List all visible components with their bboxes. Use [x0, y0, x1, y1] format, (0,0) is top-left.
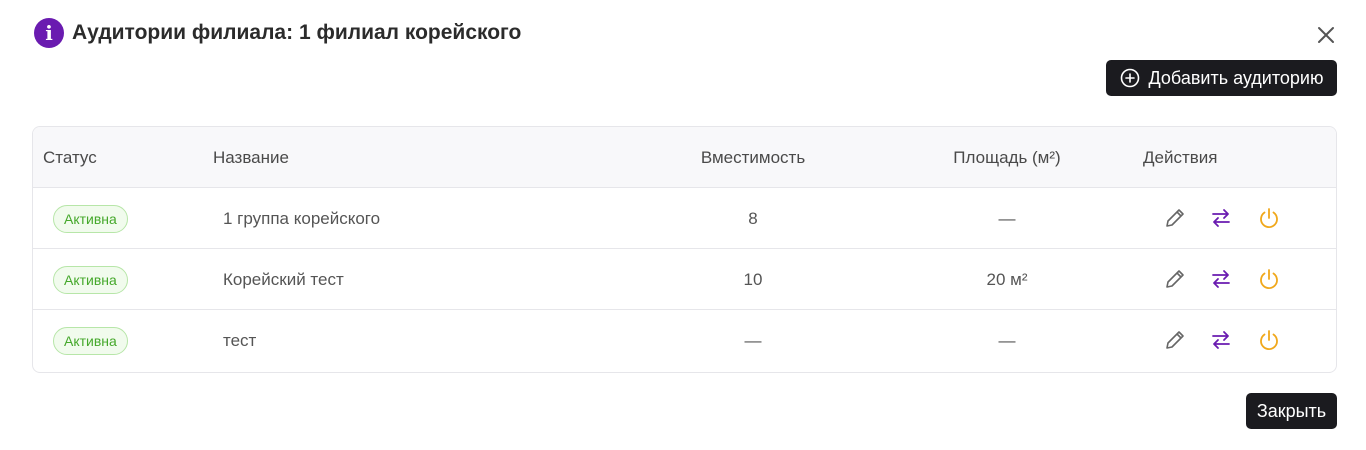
close-button[interactable]: Закрыть	[1246, 393, 1337, 429]
header-actions: Действия	[1143, 148, 1218, 167]
header-capacity: Вместимость	[700, 148, 806, 167]
close-button-label: Закрыть	[1256, 400, 1327, 421]
table-header: Статус Название Вместимость Площадь (м²)…	[33, 127, 1336, 188]
power-icon[interactable]	[1257, 267, 1281, 291]
row-area: —	[998, 209, 1016, 228]
header-name: Название	[213, 148, 289, 167]
status-badge: Активна	[53, 266, 128, 294]
plus-circle-icon	[1120, 68, 1139, 88]
add-classroom-button[interactable]: Добавить аудиторию	[1106, 60, 1337, 96]
status-badge: Активна	[53, 327, 128, 355]
row-capacity: —	[744, 331, 762, 350]
header-area: Площадь (м²)	[953, 148, 1061, 167]
row-name: Корейский тест	[223, 270, 344, 289]
header-status: Статус	[43, 148, 97, 167]
close-icon[interactable]	[1314, 23, 1338, 47]
table-row: Активна 1 группа корейского 8 —	[33, 188, 1336, 249]
edit-icon[interactable]	[1163, 267, 1187, 291]
dialog-header: i Аудитории филиала: 1 филиал корейского	[34, 18, 521, 48]
edit-icon[interactable]	[1163, 328, 1187, 352]
table-row: Активна тест — —	[33, 310, 1336, 371]
transfer-icon[interactable]	[1209, 328, 1233, 352]
power-icon[interactable]	[1257, 206, 1281, 230]
dialog-title: Аудитории филиала: 1 филиал корейского	[72, 21, 522, 44]
row-capacity: 10	[743, 270, 763, 289]
row-area: 20 м²	[986, 270, 1028, 289]
row-capacity: 8	[748, 209, 758, 228]
row-area: —	[998, 331, 1016, 350]
transfer-icon[interactable]	[1209, 206, 1233, 230]
classrooms-table: Статус Название Вместимость Площадь (м²)…	[32, 126, 1337, 373]
status-badge: Активна	[53, 205, 128, 233]
row-name: тест	[223, 331, 257, 350]
add-classroom-label: Добавить аудиторию	[1148, 67, 1324, 88]
table-row: Активна Корейский тест 10 20 м²	[33, 249, 1336, 310]
power-icon[interactable]	[1257, 328, 1281, 352]
edit-icon[interactable]	[1163, 206, 1187, 230]
transfer-icon[interactable]	[1209, 267, 1233, 291]
info-icon: i	[34, 18, 64, 48]
row-name: 1 группа корейского	[223, 209, 381, 228]
